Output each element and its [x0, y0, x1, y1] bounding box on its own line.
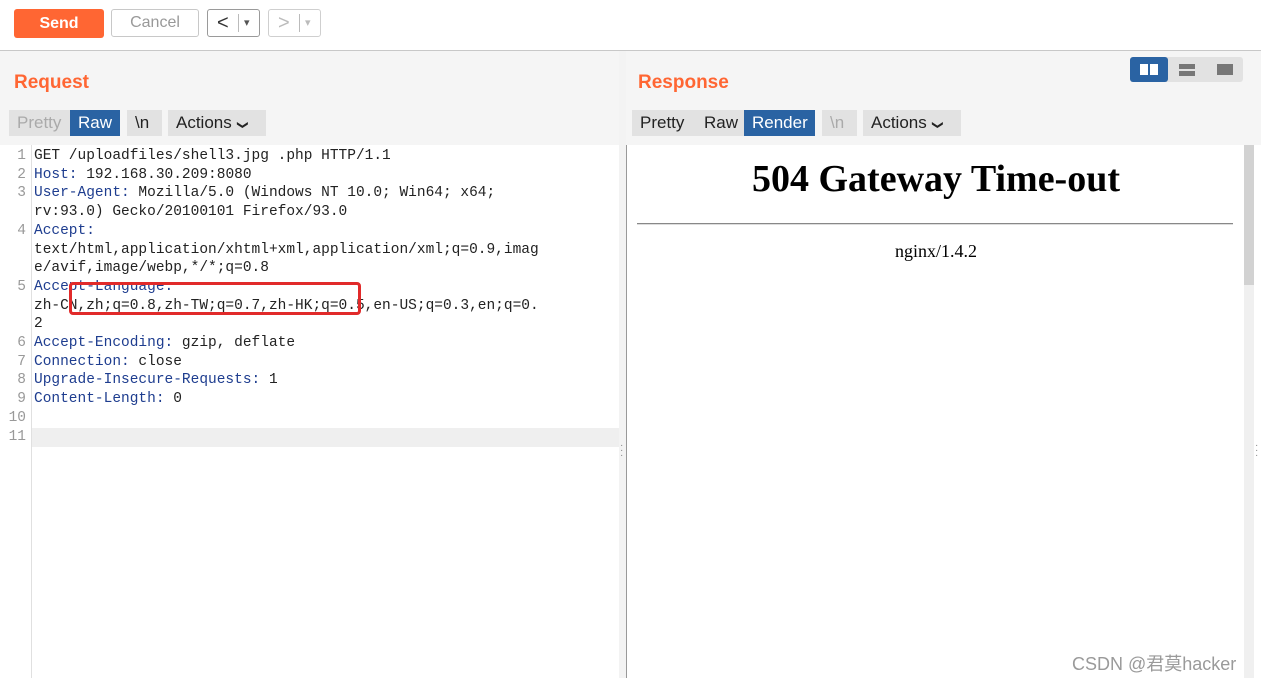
code-line: User-Agent: Mozilla/5.0 (Windows NT 10.0… — [34, 185, 495, 201]
header-value: 192.168.30.209:8080 — [77, 166, 252, 183]
code-line: text/html,application/xhtml+xml,applicat… — [34, 242, 539, 258]
line-number: 9 — [17, 391, 26, 408]
header-value: text/html,application/xhtml+xml,applicat… — [34, 241, 539, 258]
history-back-button[interactable]: < ▾ — [207, 9, 260, 37]
response-render-view: 504 Gateway Time-out nginx/1.4.2 — [626, 145, 1245, 678]
code-line: Accept-Encoding: gzip, deflate — [34, 335, 295, 351]
response-scrollbar-thumb[interactable] — [1244, 145, 1254, 285]
history-forward-button[interactable]: > ▾ — [268, 9, 321, 37]
header-value: 2 — [34, 316, 43, 333]
header-value: Mozilla/5.0 (Windows NT 10.0; Win64; x64… — [129, 185, 496, 202]
button-divider — [238, 14, 239, 32]
dropdown-caret-icon[interactable]: ▾ — [244, 16, 250, 29]
code-line: Content-Length: 0 — [34, 391, 182, 407]
single-pane-icon — [1217, 64, 1233, 75]
line-number: 8 — [17, 372, 26, 389]
chevron-down-icon: ❯ — [236, 120, 249, 130]
request-editor[interactable]: 1 GET /uploadfiles/shell3.jpg .php HTTP/1… — [0, 145, 619, 678]
chevron-left-icon: < — [217, 12, 229, 34]
request-tab-raw[interactable]: Raw — [70, 110, 120, 136]
columns-icon — [1140, 64, 1158, 75]
send-button[interactable]: Send — [14, 9, 104, 38]
layout-switcher — [1130, 57, 1243, 82]
header-key: Host: — [34, 166, 78, 183]
cancel-button[interactable]: Cancel — [111, 9, 199, 37]
header-value: GET /uploadfiles/shell3.jpg .php HTTP/1.… — [34, 148, 391, 164]
drag-handle-icon[interactable]: · · · — [1255, 441, 1258, 461]
render-heading: 504 Gateway Time-out — [751, 158, 1120, 200]
highlight-box — [69, 282, 361, 315]
actions-label: Actions — [871, 113, 927, 132]
line-number: 10 — [8, 409, 26, 426]
response-actions-button[interactable]: Actions ❯ — [863, 110, 961, 136]
code-line: 2 — [34, 316, 43, 332]
line-number: 3 — [17, 185, 26, 202]
line-number: 4 — [17, 222, 26, 239]
line-number: 5 — [17, 278, 26, 295]
code-line: Host: 192.168.30.209:8080 — [34, 167, 252, 183]
line-number: 1 — [17, 148, 26, 164]
line-number: 11 — [8, 428, 26, 445]
response-tab-newline[interactable]: \n — [822, 110, 857, 136]
code-line: Connection: close — [34, 354, 182, 370]
header-value: e/avif,image/webp,*/*;q=0.8 — [34, 260, 269, 277]
response-tab-render[interactable]: Render — [744, 110, 815, 136]
header-key: User-Agent: — [34, 185, 130, 202]
code-line: Accept: — [34, 223, 95, 239]
header-value: 0 — [164, 391, 182, 408]
line-number: 7 — [17, 353, 26, 370]
dropdown-caret-icon[interactable]: ▾ — [305, 16, 311, 29]
request-tab-newline[interactable]: \n — [127, 110, 162, 136]
code-line: rv:93.0) Gecko/20100101 Firefox/93.0 — [34, 204, 347, 220]
actions-label: Actions — [176, 113, 232, 132]
layout-side-by-side-button[interactable] — [1130, 57, 1168, 82]
header-key: Content-Length: — [34, 391, 165, 408]
chevron-down-icon: ❯ — [931, 120, 944, 130]
top-toolbar: Send Cancel < ▾ > ▾ — [0, 0, 1261, 51]
response-title: Response — [638, 72, 729, 93]
request-actions-button[interactable]: Actions ❯ — [168, 110, 266, 136]
layout-tabs-button[interactable] — [1206, 57, 1244, 82]
pane-divider[interactable] — [619, 51, 626, 678]
header-key: Accept: — [34, 222, 95, 239]
response-tab-pretty[interactable]: Pretty — [632, 110, 696, 136]
header-value: rv:93.0) Gecko/20100101 Firefox/93.0 — [34, 204, 348, 221]
header-value: close — [129, 353, 182, 370]
code-line: Upgrade-Insecure-Requests: 1 — [34, 372, 278, 388]
line-number: 2 — [17, 166, 26, 183]
header-value: 1 — [260, 372, 278, 389]
request-title: Request — [14, 72, 89, 93]
header-key: Upgrade-Insecure-Requests: — [34, 372, 261, 389]
request-tab-pretty[interactable]: Pretty — [9, 110, 70, 136]
button-divider — [299, 14, 300, 32]
header-key: Connection: — [34, 353, 130, 370]
watermark: CSDN @君莫hacker — [1072, 654, 1237, 674]
chevron-right-icon: > — [278, 12, 290, 34]
current-line-highlight — [32, 428, 619, 447]
render-divider — [637, 223, 1233, 225]
code-line: GET /uploadfiles/shell3.jpg .php HTTP/1.… — [34, 148, 391, 164]
render-server-text: nginx/1.4.2 — [894, 241, 977, 261]
line-number: 6 — [17, 335, 26, 351]
response-tab-raw[interactable]: Raw — [696, 110, 744, 136]
code-line: e/avif,image/webp,*/*;q=0.8 — [34, 260, 269, 276]
header-value: gzip, deflate — [173, 335, 296, 351]
header-key: Accept-Encoding: — [34, 335, 174, 351]
layout-stacked-button[interactable] — [1168, 57, 1206, 82]
rows-icon — [1179, 64, 1195, 76]
drag-handle-icon[interactable]: · · · — [620, 441, 623, 461]
